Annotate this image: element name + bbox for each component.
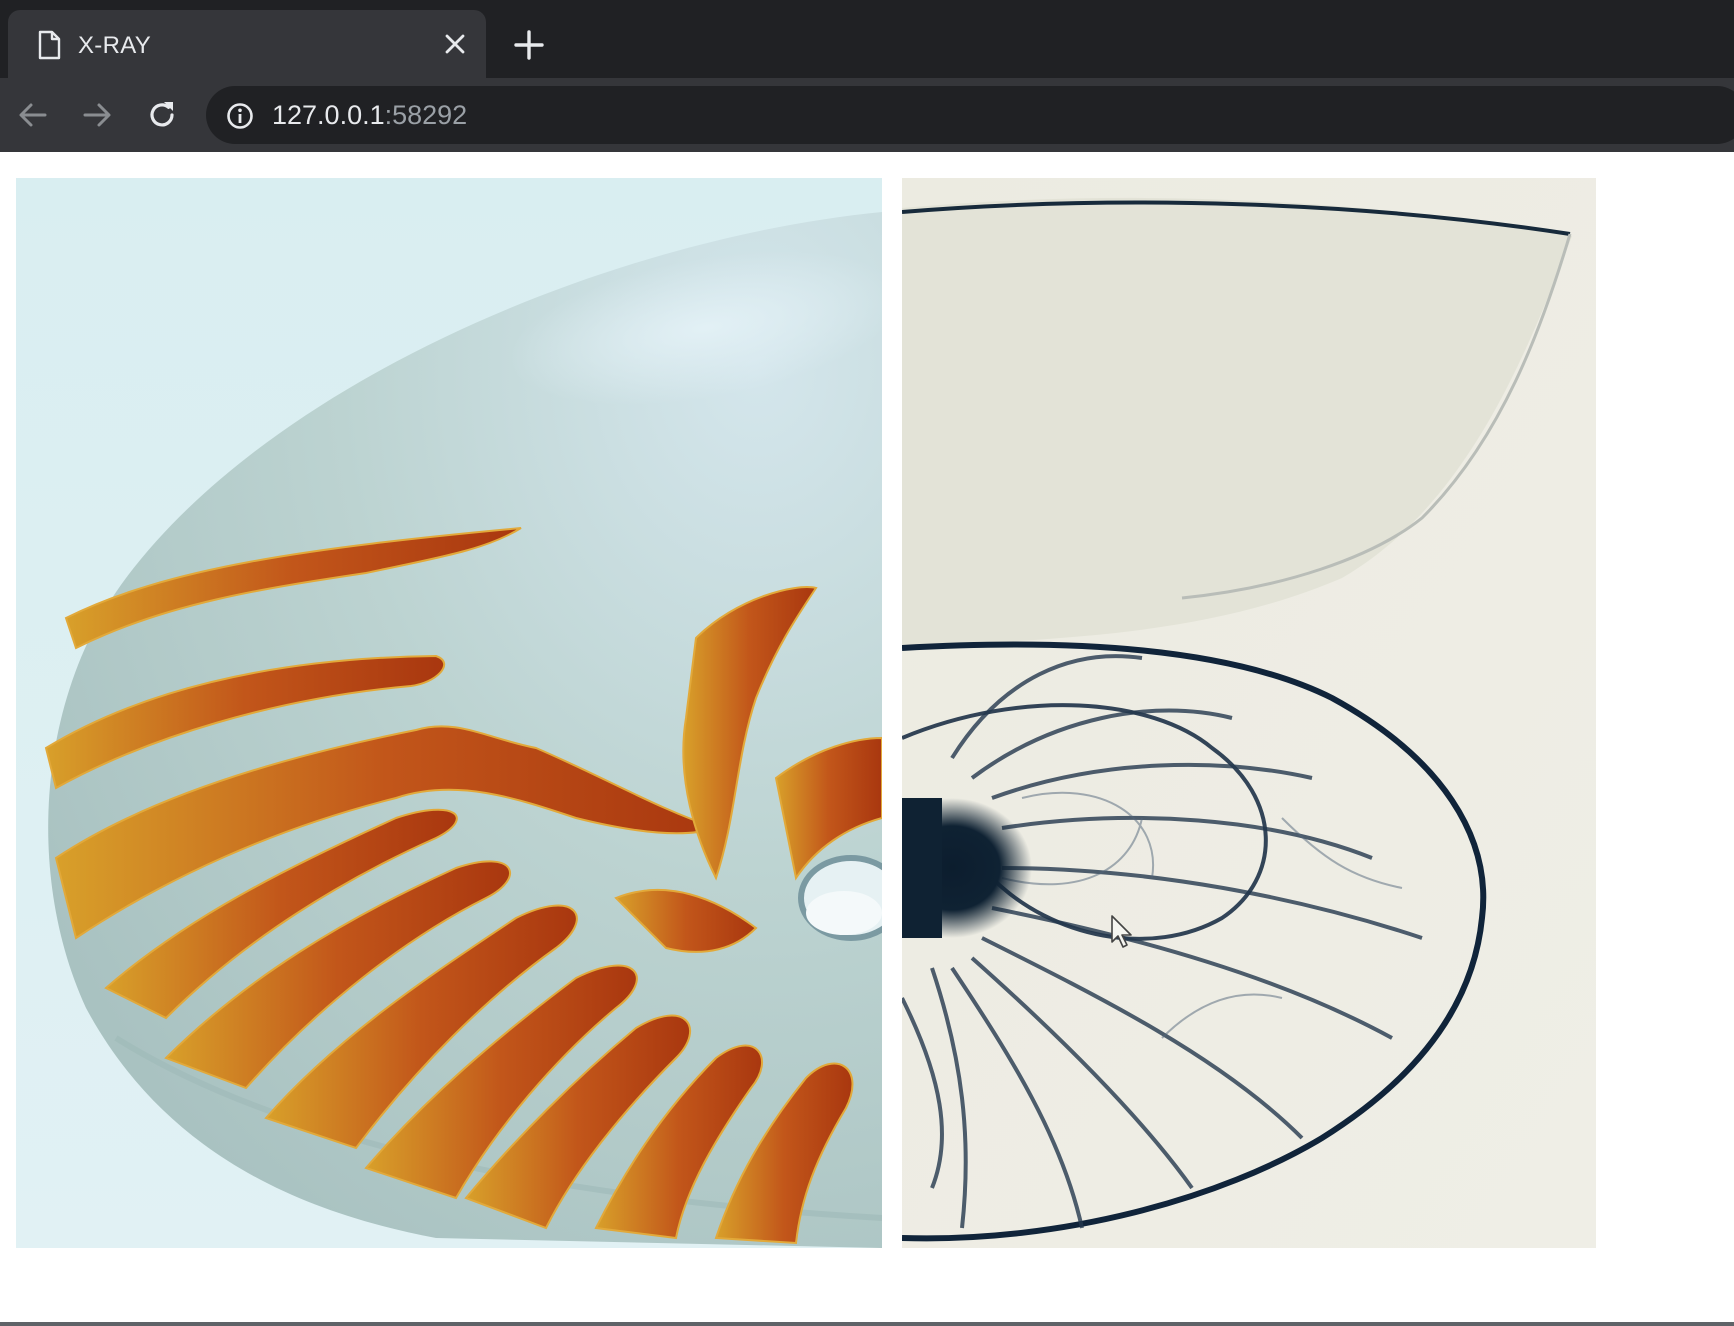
close-tab-icon[interactable] xyxy=(442,31,468,57)
nautilus-shell-photo xyxy=(16,178,882,1248)
forward-arrow-icon[interactable] xyxy=(80,98,114,132)
browser-tab[interactable]: X-RAY xyxy=(8,10,486,78)
page-viewport xyxy=(0,152,1734,1326)
tab-strip: X-RAY xyxy=(0,0,1734,78)
browser-toolbar: 127.0.0.1:58292 xyxy=(0,78,1734,152)
address-url: 127.0.0.1:58292 xyxy=(272,100,467,131)
url-port: :58292 xyxy=(384,100,468,130)
document-icon xyxy=(38,30,61,60)
tab-title: X-RAY xyxy=(78,32,152,59)
new-tab-icon[interactable] xyxy=(512,28,546,62)
mouse-cursor-icon xyxy=(1111,915,1132,948)
url-host: 127.0.0.1 xyxy=(272,100,385,130)
nautilus-shell-xray xyxy=(902,178,1596,1248)
back-arrow-icon[interactable] xyxy=(16,98,50,132)
reload-icon[interactable] xyxy=(145,98,179,132)
window-bottom-edge xyxy=(0,1322,1734,1326)
info-icon[interactable] xyxy=(226,102,254,130)
address-bar[interactable]: 127.0.0.1:58292 xyxy=(206,86,1734,144)
